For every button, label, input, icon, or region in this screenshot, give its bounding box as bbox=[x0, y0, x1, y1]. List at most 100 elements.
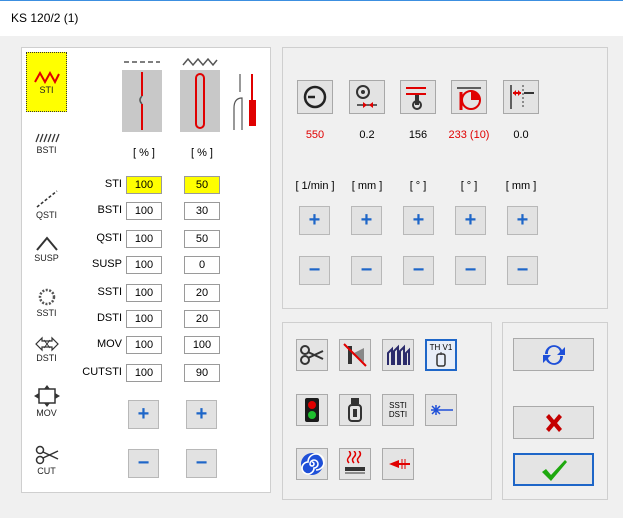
row-value-2[interactable]: 20 bbox=[184, 310, 220, 328]
col2-minus-button[interactable]: − bbox=[186, 449, 217, 478]
param-offset-value: 0.0 bbox=[513, 129, 529, 141]
param-dial-angle-plus-button[interactable]: + bbox=[455, 206, 486, 235]
param-dial-angle-button[interactable] bbox=[451, 80, 487, 114]
column-1-header bbox=[122, 56, 162, 132]
param-tension-value: 0.2 bbox=[359, 129, 375, 141]
diagonal-stitch-icon bbox=[36, 189, 57, 208]
cutter-off-button[interactable] bbox=[339, 339, 371, 371]
tab-dsti[interactable]: DSTI bbox=[26, 319, 67, 379]
row-value-1[interactable]: 100 bbox=[126, 310, 162, 328]
laser-star-icon bbox=[431, 405, 453, 415]
col2-plus-button[interactable]: + bbox=[186, 400, 217, 429]
row-value-2[interactable]: 50 bbox=[184, 230, 220, 248]
confirm-button[interactable] bbox=[513, 453, 594, 486]
needle-offset-icon bbox=[510, 85, 534, 109]
col1-plus-button[interactable]: + bbox=[128, 400, 159, 429]
bartack-stitch-icon bbox=[34, 133, 60, 142]
scissors-cut-icon bbox=[35, 445, 58, 464]
needle-side-icon bbox=[230, 70, 258, 130]
row-value-2[interactable]: 30 bbox=[184, 202, 220, 220]
dial-angle-icon bbox=[457, 87, 481, 110]
row-label: DSTI bbox=[96, 312, 122, 324]
param-dial-angle-unit: [ ° ] bbox=[460, 180, 478, 192]
row-value-1[interactable]: 100 bbox=[126, 364, 162, 382]
row-value-2[interactable]: 0 bbox=[184, 256, 220, 274]
presser-foot-button[interactable] bbox=[382, 339, 414, 371]
presser-foot-icon bbox=[387, 344, 410, 365]
row-label: BSTI bbox=[97, 204, 122, 216]
row-value-1[interactable]: 100 bbox=[126, 284, 162, 302]
cancel-button[interactable] bbox=[513, 406, 594, 439]
tab-cut-label: CUT bbox=[37, 465, 56, 476]
row-value-2[interactable]: 50 bbox=[184, 176, 220, 194]
tab-ssti-label: SSTI bbox=[36, 307, 57, 318]
tab-sti[interactable]: STI bbox=[26, 52, 67, 112]
cancel-x-icon bbox=[545, 413, 562, 432]
zigzag-stitch-icon bbox=[33, 70, 60, 84]
spiral-button[interactable] bbox=[296, 448, 328, 480]
tab-mov[interactable]: MOV bbox=[26, 371, 67, 431]
column-1-unit: [ % ] bbox=[132, 147, 155, 159]
spiral-icon bbox=[301, 453, 325, 475]
param-speed-minus-button[interactable]: − bbox=[299, 256, 330, 285]
param-speed-value: 550 bbox=[305, 129, 325, 141]
traffic-light-button[interactable] bbox=[296, 394, 328, 426]
param-dial-angle-minus-button[interactable]: − bbox=[455, 256, 486, 285]
param-speed-unit: [ 1/min ] bbox=[295, 180, 335, 192]
param-speed-plus-button[interactable]: + bbox=[299, 206, 330, 235]
needle-thread-out-button[interactable] bbox=[382, 448, 414, 480]
ssti-dsti-button[interactable]: SSTI DSTI bbox=[382, 394, 414, 426]
row-value-2[interactable]: 90 bbox=[184, 364, 220, 382]
move-frame-icon bbox=[33, 384, 60, 407]
tab-mov-label: MOV bbox=[36, 407, 57, 418]
row-label: CUTSTI bbox=[82, 366, 122, 378]
row-value-1[interactable]: 100 bbox=[126, 202, 162, 220]
param-dial-angle-value: 233 (10) bbox=[448, 129, 490, 141]
refresh-icon bbox=[542, 344, 565, 365]
row-label: STI bbox=[104, 178, 122, 190]
row-label: SUSP bbox=[92, 258, 122, 270]
needle-thread-icon bbox=[348, 398, 362, 422]
param-speed-button[interactable] bbox=[297, 80, 333, 114]
param-needle-angle-minus-button[interactable]: − bbox=[403, 256, 434, 285]
zigzag-seam-icon bbox=[180, 57, 220, 132]
row-value-2[interactable]: 100 bbox=[184, 336, 220, 354]
param-tension-plus-button[interactable]: + bbox=[351, 206, 382, 235]
param-needle-angle-button[interactable] bbox=[400, 80, 436, 114]
tab-bsti[interactable]: BSTI bbox=[26, 113, 67, 173]
param-offset-unit: [ mm ] bbox=[505, 180, 537, 192]
param-offset-minus-button[interactable]: − bbox=[507, 256, 538, 285]
speed-gauge-icon bbox=[303, 85, 327, 109]
scissors-icon bbox=[300, 345, 324, 365]
tab-cut[interactable]: CUT bbox=[26, 430, 67, 490]
param-needle-angle-plus-button[interactable]: + bbox=[403, 206, 434, 235]
row-label: QSTI bbox=[96, 232, 122, 244]
laser-button[interactable] bbox=[425, 394, 457, 426]
tab-bsti-label: BSTI bbox=[36, 144, 57, 155]
row-value-1[interactable]: 100 bbox=[126, 256, 162, 274]
double-arrow-stitch-icon bbox=[34, 336, 59, 351]
refresh-button[interactable] bbox=[513, 338, 594, 371]
th-v1-button[interactable]: TH V1 bbox=[425, 339, 457, 371]
row-value-1[interactable]: 100 bbox=[126, 230, 162, 248]
checkmark-icon bbox=[541, 459, 567, 481]
straight-seam-icon bbox=[122, 61, 162, 132]
heat-button[interactable] bbox=[339, 448, 371, 480]
param-offset-plus-button[interactable]: + bbox=[507, 206, 538, 235]
row-label: MOV bbox=[96, 338, 122, 350]
thread-tension-icon bbox=[356, 85, 377, 108]
param-tension-button[interactable] bbox=[349, 80, 385, 114]
needle-thread-button[interactable] bbox=[339, 394, 371, 426]
param-offset-button[interactable] bbox=[503, 80, 539, 114]
tab-dsti-label: DSTI bbox=[36, 352, 57, 363]
star-stitch-icon bbox=[38, 288, 55, 305]
col1-minus-button[interactable]: − bbox=[128, 449, 159, 478]
param-needle-angle-unit: [ ° ] bbox=[409, 180, 427, 192]
scissors-button[interactable] bbox=[296, 339, 328, 371]
row-value-1[interactable]: 100 bbox=[126, 176, 162, 194]
row-value-2[interactable]: 20 bbox=[184, 284, 220, 302]
column-2-unit: [ % ] bbox=[190, 147, 213, 159]
param-tension-minus-button[interactable]: − bbox=[351, 256, 382, 285]
tab-susp[interactable]: SUSP bbox=[26, 218, 67, 278]
row-value-1[interactable]: 100 bbox=[126, 336, 162, 354]
